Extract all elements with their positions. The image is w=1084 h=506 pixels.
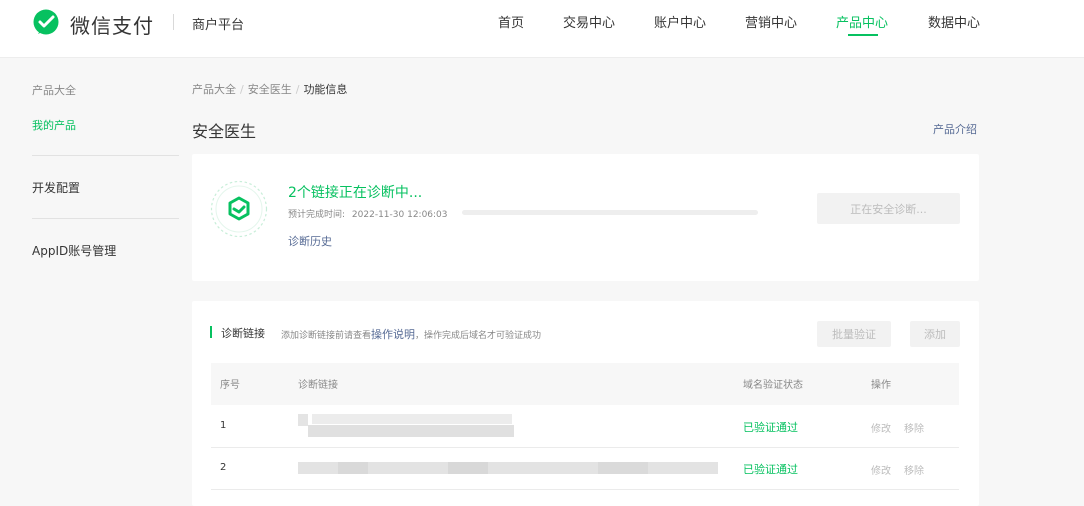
domain-status-verified: 已验证通过 — [743, 421, 798, 434]
nav-data-center[interactable]: 数据中心 — [928, 12, 980, 31]
diagnosing-button[interactable]: 正在安全诊断... — [817, 193, 960, 224]
breadcrumb-separator: / — [295, 83, 300, 96]
sidebar-divider — [32, 155, 179, 156]
brand-name: 微信支付 — [70, 14, 154, 38]
eta-label: 预计完成时间: — [288, 210, 346, 220]
breadcrumb: 产品大全 / 安全医生 / 功能信息 — [192, 81, 347, 97]
remove-link-button[interactable]: 移除 — [904, 462, 924, 477]
nav-account-center[interactable]: 账户中心 — [654, 12, 706, 31]
add-link-button[interactable]: 添加 — [910, 321, 960, 347]
links-section-hint: 添加诊断链接前请查看操作说明，操作完成后域名才可验证成功 — [281, 326, 541, 342]
shield-diagnosis-icon — [210, 180, 268, 238]
sidebar-divider — [32, 218, 179, 219]
redacted-link — [298, 414, 514, 437]
sidebar-item-appid-management[interactable]: AppID账号管理 — [32, 242, 116, 259]
breadcrumb-product-catalog[interactable]: 产品大全 — [192, 83, 236, 96]
eta-value: 2022-11-30 12:06:03 — [351, 210, 448, 220]
nav-home[interactable]: 首页 — [498, 12, 524, 31]
links-section-title: 诊断链接 — [221, 327, 265, 340]
domain-status-verified: 已验证通过 — [743, 463, 798, 476]
batch-verify-button[interactable]: 批量验证 — [817, 321, 891, 347]
operation-guide-link[interactable]: 操作说明 — [371, 328, 415, 341]
nav-active-indicator — [848, 34, 878, 36]
hint-prefix: 添加诊断链接前请查看 — [281, 331, 372, 341]
top-header: 微信支付 商户平台 首页 交易中心 账户中心 营销中心 产品中心 数据中心 — [0, 0, 1084, 58]
diagnosis-status-title: 2个链接正在诊断中... — [288, 185, 423, 201]
wechat-pay-logo-icon[interactable] — [32, 9, 60, 37]
diagnosis-progress-bar — [462, 210, 758, 215]
col-link: 诊断链接 — [298, 380, 338, 391]
col-index: 序号 — [220, 380, 240, 391]
platform-name: 商户平台 — [192, 18, 245, 33]
row-index: 1 — [220, 420, 227, 431]
diagnosis-eta: 预计完成时间: 2022-11-30 12:06:03 — [288, 207, 448, 220]
row-index: 2 — [220, 462, 227, 473]
breadcrumb-current: 功能信息 — [303, 83, 348, 96]
edit-link-button[interactable]: 修改 — [871, 420, 891, 435]
col-domain-status: 域名验证状态 — [743, 380, 803, 391]
sidebar-item-my-products[interactable]: 我的产品 — [32, 117, 76, 133]
sidebar-item-product-catalog[interactable]: 产品大全 — [32, 82, 76, 98]
sidebar-item-dev-config[interactable]: 开发配置 — [32, 179, 80, 196]
nav-product-center[interactable]: 产品中心 — [836, 12, 888, 31]
edit-link-button[interactable]: 修改 — [871, 462, 891, 477]
sidebar: 产品大全 我的产品 开发配置 AppID账号管理 — [0, 58, 180, 506]
diagnosis-history-link[interactable]: 诊断历史 — [288, 233, 332, 249]
header-divider — [173, 14, 174, 30]
col-actions: 操作 — [871, 380, 891, 391]
section-marker — [210, 326, 212, 338]
remove-link-button[interactable]: 移除 — [904, 420, 924, 435]
product-intro-link[interactable]: 产品介绍 — [933, 121, 977, 137]
redacted-link — [298, 462, 718, 474]
row-divider — [211, 489, 959, 490]
breadcrumb-security-doctor[interactable]: 安全医生 — [248, 83, 292, 96]
row-divider — [211, 447, 959, 448]
hint-suffix: ，操作完成后域名才可验证成功 — [415, 331, 542, 341]
page-title: 安全医生 — [192, 122, 257, 141]
nav-marketing-center[interactable]: 营销中心 — [745, 12, 797, 31]
nav-trade-center[interactable]: 交易中心 — [563, 12, 615, 31]
breadcrumb-separator: / — [240, 83, 244, 96]
